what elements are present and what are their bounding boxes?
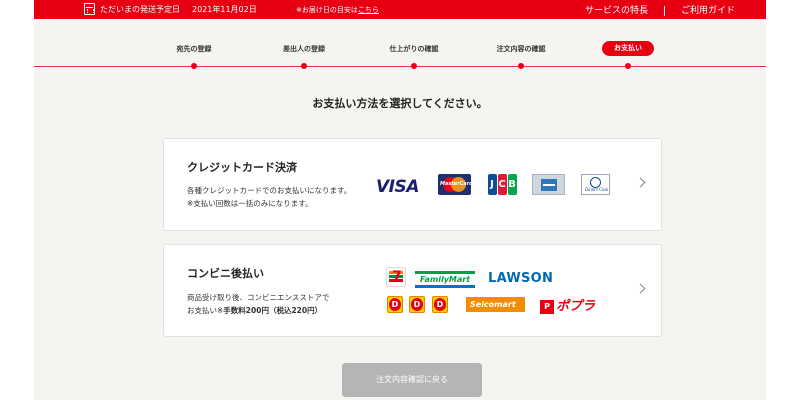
daily-yamazaki-mark: D — [411, 298, 423, 311]
calendar-icon — [84, 3, 95, 15]
page-heading: お支払い方法を選択してください。 — [312, 97, 488, 110]
mastercard-wordmark: MasterCard — [440, 181, 473, 187]
daily-yamazaki-logo-icon: D — [432, 296, 448, 313]
shipping-estimate: ただいまの発送予定日 2021年11月02日 — [100, 4, 257, 15]
delivery-note: ※お届け日の目安はこちら — [296, 5, 379, 15]
payment-description: 商品受け取り後、コンビニエンスストアで お支払い※手数料200円（税込220円） — [187, 291, 329, 317]
payment-description: 各種クレジットカードでのお支払いになります。 ※支払い回数は一括のみになります。 — [187, 184, 351, 210]
diners-club-logo-icon: Diners Club — [581, 174, 610, 195]
step-label: 注文内容の確認 — [496, 45, 546, 53]
payment-description-line: 各種クレジットカードでのお支払いになります。 — [187, 186, 352, 195]
chevron-right-icon — [635, 177, 646, 188]
jcb-letter: C — [497, 174, 507, 195]
seven-eleven-logo-icon: 7 — [386, 267, 406, 287]
nav-usage-guide[interactable]: ご利用ガイド — [681, 6, 735, 16]
payment-description-line: お支払い※ — [187, 306, 224, 315]
mastercard-logo-icon: MasterCard — [438, 174, 473, 195]
step-dot — [191, 63, 197, 69]
lawson-logo-icon: LAWSON — [488, 271, 554, 286]
top-header-bar: ただいまの発送予定日 2021年11月02日 ※お届け日の目安はこちら サービスの… — [34, 0, 766, 19]
poplar-wordmark: ポプラ — [556, 299, 596, 314]
back-to-order-review-button[interactable]: 注文内容確認に戻る — [342, 363, 482, 397]
order-stepper: 宛先の登録 差出人の登録 仕上がりの確認 注文内容の確認 お支払い — [34, 19, 766, 79]
delivery-note-link[interactable]: こちら — [358, 6, 379, 14]
step-dot — [625, 63, 631, 69]
payment-description-line: ※支払い回数は一括のみになります。 — [187, 199, 313, 208]
jcb-letter: B — [507, 174, 517, 195]
payment-option-convenience-store[interactable]: コンビニ後払い 商品受け取り後、コンビニエンスストアで お支払い※手数料200円… — [163, 244, 662, 337]
step-label-active: お支払い — [602, 41, 654, 56]
stepper-line — [34, 66, 766, 67]
step-order-review: 注文内容の確認 — [466, 44, 576, 69]
payment-title: コンビニ後払い — [187, 267, 264, 280]
daily-yamazaki-mark: D — [389, 298, 401, 311]
diners-wordmark: Diners Club — [584, 187, 609, 192]
daily-yamazaki-mark: D — [434, 298, 446, 311]
step-label: 宛先の登録 — [176, 45, 212, 53]
visa-logo-icon: VISA — [376, 177, 419, 197]
fee-amount: 手数料200円（税込220円） — [223, 306, 323, 315]
step-recipient: 宛先の登録 — [139, 44, 249, 69]
seicomart-logo-icon: Seicomart — [466, 297, 525, 312]
poplar-logo-icon: P ポプラ — [540, 295, 596, 314]
nav-divider — [664, 5, 666, 16]
chevron-right-icon — [635, 283, 646, 294]
step-dot — [301, 63, 307, 69]
step-label: 仕上がりの確認 — [389, 45, 439, 53]
step-dot — [518, 63, 524, 69]
step-sender: 差出人の登録 — [249, 44, 359, 69]
shipping-label: ただいまの発送予定日 — [100, 5, 180, 14]
jcb-logo-icon: J C B — [487, 174, 517, 195]
seven-eleven-mark: 7 — [392, 269, 402, 285]
step-payment: お支払い — [573, 41, 683, 69]
shipping-date: 2021年11月02日 — [192, 5, 257, 14]
nav-service-features[interactable]: サービスの特長 — [585, 6, 648, 16]
poplar-mark: P — [540, 300, 554, 314]
delivery-note-text: ※お届け日の目安は — [296, 6, 358, 14]
american-express-icon — [532, 174, 565, 195]
step-label: 差出人の登録 — [283, 45, 325, 53]
step-preview: 仕上がりの確認 — [359, 44, 469, 69]
payment-title: クレジットカード決済 — [187, 161, 297, 174]
daily-yamazaki-logo-icon: D — [409, 296, 425, 313]
jcb-letter: J — [487, 174, 497, 195]
payment-description-line: 商品受け取り後、コンビニエンスストアで — [187, 293, 330, 302]
header-nav: サービスの特長 ご利用ガイド — [585, 3, 735, 16]
step-dot — [411, 63, 417, 69]
familymart-logo-icon: FamilyMart — [415, 271, 475, 288]
daily-yamazaki-logo-icon: D — [387, 296, 403, 313]
payment-option-credit-card[interactable]: クレジットカード決済 各種クレジットカードでのお支払いになります。 ※支払い回数… — [163, 138, 662, 231]
main-content: 宛先の登録 差出人の登録 仕上がりの確認 注文内容の確認 お支払い お支払い方法… — [34, 19, 766, 400]
